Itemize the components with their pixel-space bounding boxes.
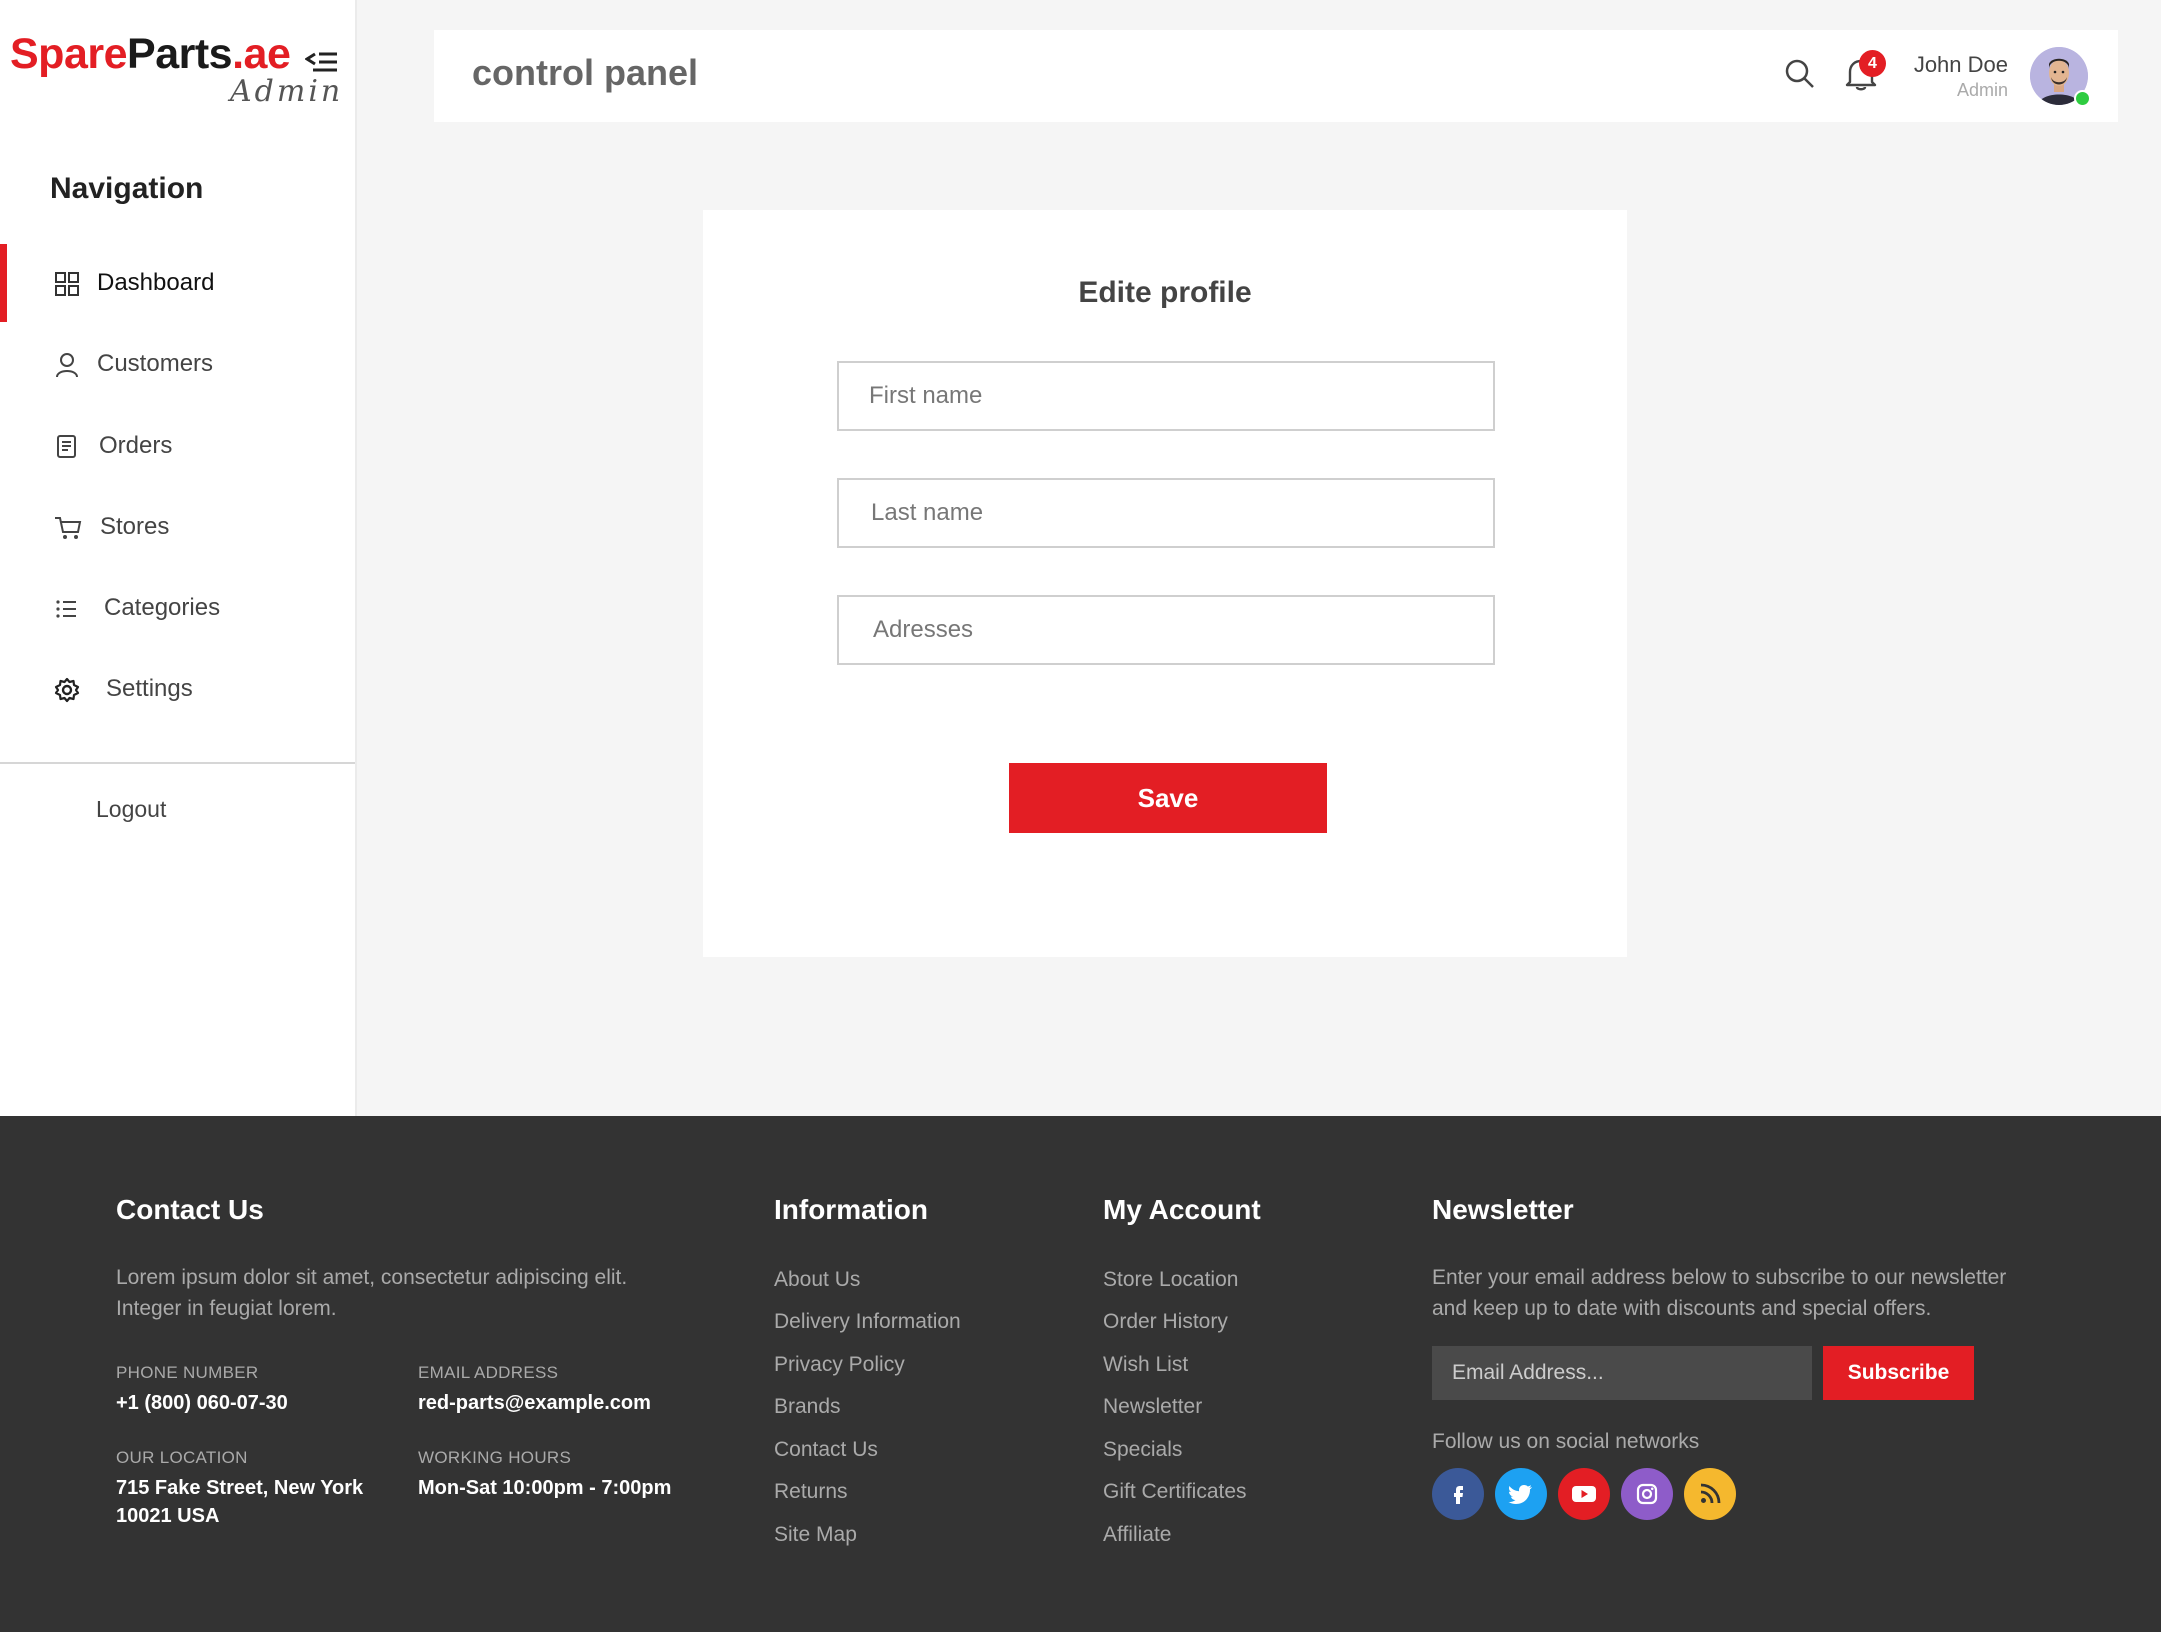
dashboard-grid-icon (54, 271, 80, 297)
instagram-icon[interactable] (1621, 1468, 1673, 1520)
twitter-icon[interactable] (1495, 1468, 1547, 1520)
page-title: control panel (472, 52, 699, 93)
follow-text: Follow us on social networks (1432, 1430, 1700, 1453)
footer-link-about-us[interactable]: About Us (774, 1268, 860, 1292)
location-line2: 10021 USA (116, 1505, 220, 1527)
nav-heading: Navigation (50, 172, 204, 205)
footer-link-site-map[interactable]: Site Map (774, 1523, 857, 1547)
footer-link-brands[interactable]: Brands (774, 1395, 841, 1419)
footer-account-heading: My Account (1103, 1194, 1261, 1225)
logo-part-ae: .ae (232, 30, 291, 78)
footer-link-store-location[interactable]: Store Location (1103, 1268, 1238, 1292)
facebook-icon[interactable] (1432, 1468, 1484, 1520)
email-value[interactable]: red-parts@example.com (418, 1389, 651, 1418)
logo-subtitle: Admin (230, 74, 344, 109)
footer-link-returns[interactable]: Returns (774, 1480, 848, 1504)
location-line1: 715 Fake Street, New York (116, 1477, 364, 1499)
footer-link-contact-us[interactable]: Contact Us (774, 1438, 878, 1462)
footer-information-heading: Information (774, 1194, 928, 1225)
user-icon (54, 352, 80, 378)
footer-contact-text: Lorem ipsum dolor sit amet, consectetur … (116, 1266, 628, 1320)
footer-link-gift-certificates[interactable]: Gift Certificates (1103, 1480, 1247, 1504)
footer-link-privacy-policy[interactable]: Privacy Policy (774, 1353, 905, 1377)
phone-value: +1 (800) 060-07-30 (116, 1392, 288, 1414)
footer-newsletter-heading: Newsletter (1432, 1194, 1574, 1225)
sidebar-item-customers[interactable]: Customers (0, 325, 355, 403)
user-role: Admin (1956, 80, 2008, 100)
edit-profile-card: Edite profile Save (703, 210, 1627, 957)
sidebar: SpareParts.ae Admin Navigation Dashboard… (0, 0, 357, 1116)
top-header: control panel 4 John Doe Admin (434, 30, 2118, 122)
footer: Contact Us Lorem ipsum dolor sit amet, c… (0, 1116, 2161, 1632)
addresses-input[interactable] (839, 597, 1493, 663)
cart-icon (54, 515, 82, 541)
footer-link-wish-list[interactable]: Wish List (1103, 1353, 1188, 1377)
user-name: John Doe (1913, 52, 2008, 77)
logout-link[interactable]: Logout (96, 796, 166, 823)
sidebar-item-label: Categories (104, 594, 221, 621)
sidebar-item-categories[interactable]: Categories (0, 569, 355, 647)
footer-link-newsletter[interactable]: Newsletter (1103, 1395, 1202, 1419)
logo[interactable]: SpareParts.ae Admin (10, 30, 340, 109)
hours-value: Mon-Sat 10:00pm - 7:00pm (418, 1477, 672, 1499)
sidebar-item-dashboard[interactable]: Dashboard (0, 244, 355, 322)
save-button[interactable]: Save (1009, 763, 1327, 833)
hours-label: WORKING HOURS (418, 1448, 572, 1467)
sidebar-divider (0, 762, 355, 764)
document-icon (54, 434, 80, 460)
email-label: EMAIL ADDRESS (418, 1363, 559, 1382)
sidebar-item-label: Stores (100, 513, 170, 540)
last-name-input[interactable] (839, 480, 1493, 546)
notification-badge: 4 (1859, 50, 1886, 77)
newsletter-email-input[interactable] (1432, 1346, 1812, 1400)
addresses-field (837, 595, 1495, 665)
sidebar-item-orders[interactable]: Orders (0, 407, 355, 485)
collapse-menu-icon[interactable] (304, 46, 339, 78)
sidebar-item-stores[interactable]: Stores (0, 488, 355, 566)
footer-contact-heading: Contact Us (116, 1194, 264, 1225)
online-status-dot (2074, 90, 2091, 107)
logo-part-parts: Parts (127, 30, 233, 78)
newsletter-text-line1: Enter your email address below to subscr… (1432, 1266, 2007, 1289)
list-icon (54, 596, 80, 622)
footer-link-order-history[interactable]: Order History (1103, 1310, 1228, 1334)
newsletter-text-line2: and keep up to date with discounts and s… (1432, 1297, 1932, 1320)
footer-link-delivery-information[interactable]: Delivery Information (774, 1310, 961, 1334)
location-label: OUR LOCATION (116, 1448, 248, 1467)
edit-profile-title: Edite profile (1078, 276, 1252, 309)
logo-part-spare: Spare (10, 30, 128, 78)
sidebar-item-settings[interactable]: Settings (0, 650, 355, 728)
youtube-icon[interactable] (1558, 1468, 1610, 1520)
subscribe-button[interactable]: Subscribe (1823, 1346, 1974, 1400)
first-name-input[interactable] (839, 363, 1493, 429)
last-name-field (837, 478, 1495, 548)
sidebar-item-label: Dashboard (97, 269, 215, 296)
footer-link-specials[interactable]: Specials (1103, 1438, 1182, 1462)
sidebar-item-label: Orders (99, 432, 173, 459)
rss-icon[interactable] (1684, 1468, 1736, 1520)
gear-icon (54, 677, 80, 703)
phone-label: PHONE NUMBER (116, 1363, 259, 1382)
sidebar-item-label: Customers (97, 350, 214, 377)
footer-link-affiliate[interactable]: Affiliate (1103, 1523, 1172, 1547)
sidebar-item-label: Settings (106, 675, 193, 702)
search-icon[interactable] (1784, 58, 1816, 90)
first-name-field (837, 361, 1495, 431)
